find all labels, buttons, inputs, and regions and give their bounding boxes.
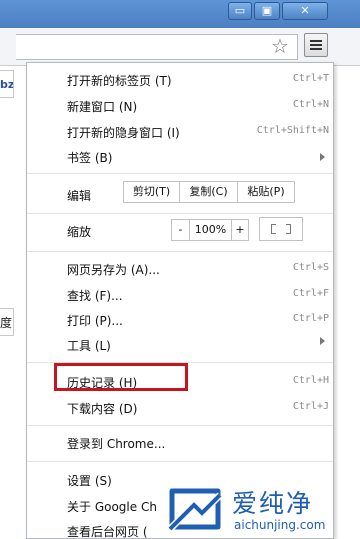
close-button[interactable]: ✕ xyxy=(282,2,328,20)
menu-separator xyxy=(27,461,333,462)
menu-item-find[interactable]: 查找 (F)... xyxy=(67,287,123,304)
menu-item-about[interactable]: 关于 Google Ch xyxy=(67,498,157,515)
chrome-menu-button[interactable] xyxy=(304,33,328,57)
shortcut-downloads: Ctrl+J xyxy=(292,401,329,412)
menu-item-save-as[interactable]: 网页另存为 (A)... xyxy=(67,261,160,278)
menu-item-background-pages[interactable]: 查看后台网页 ( xyxy=(67,523,148,539)
zoom-level: 100% xyxy=(189,219,231,241)
shortcut-new-window: Ctrl+N xyxy=(292,99,329,110)
zoom-in-button[interactable]: + xyxy=(231,219,249,241)
menu-item-sign-in[interactable]: 登录到 Chrome... xyxy=(67,435,165,452)
zoom-out-button[interactable]: - xyxy=(171,219,189,241)
watermark-logo-icon xyxy=(167,488,223,532)
menu-separator xyxy=(27,173,333,174)
menu-separator xyxy=(27,251,333,252)
minimize-button[interactable]: ▭ xyxy=(228,2,252,20)
watermark-brand-cn: 爱纯净 xyxy=(232,489,314,518)
bookmark-star-icon[interactable]: ☆ xyxy=(268,34,292,58)
shortcut-save-as: Ctrl+S xyxy=(292,262,329,273)
paste-button[interactable]: 粘贴(P) xyxy=(237,181,295,203)
menu-item-downloads[interactable]: 下载内容 (D) xyxy=(67,400,137,417)
shortcut-find: Ctrl+F xyxy=(292,288,329,299)
history-highlight-box xyxy=(54,363,188,391)
menu-item-tools[interactable]: 工具 (L) xyxy=(67,337,111,354)
maximize-button[interactable]: ▣ xyxy=(254,2,280,20)
cut-button[interactable]: 剪切(T) xyxy=(123,181,179,203)
menu-item-new-window[interactable]: 新建窗口 (N) xyxy=(67,98,137,115)
menu-item-new-tab[interactable]: 打开新的标签页 (T) xyxy=(67,72,172,89)
title-bar: ▭ ▣ ✕ xyxy=(0,0,360,28)
menu-separator xyxy=(27,425,333,426)
shortcut-print: Ctrl+P xyxy=(292,313,329,324)
page-fragment-top: bz xyxy=(0,70,14,98)
zoom-label: 缩放 xyxy=(67,225,92,239)
fullscreen-button[interactable] xyxy=(259,217,303,241)
page-fragment-mid: 度 xyxy=(0,308,14,336)
hamburger-icon xyxy=(310,40,322,42)
menu-item-print[interactable]: 打印 (P)... xyxy=(67,312,123,329)
menu-item-settings[interactable]: 设置 (S) xyxy=(67,472,112,489)
copy-button[interactable]: 复制(C) xyxy=(179,181,237,203)
shortcut-history: Ctrl+H xyxy=(292,375,329,386)
edit-label: 编辑 xyxy=(67,189,92,203)
shortcut-new-tab: Ctrl+T xyxy=(292,73,329,84)
address-bar[interactable] xyxy=(16,34,298,60)
menu-item-incognito[interactable]: 打开新的隐身窗口 (I) xyxy=(67,124,180,141)
shortcut-incognito: Ctrl+Shift+N xyxy=(256,125,329,136)
chrome-menu: 打开新的标签页 (T) Ctrl+T 新建窗口 (N) Ctrl+N 打开新的隐… xyxy=(26,62,334,539)
watermark-brand-url: aichunjing.com xyxy=(234,518,326,532)
submenu-arrow-icon xyxy=(320,153,325,161)
menu-item-bookmarks[interactable]: 书签 (B) xyxy=(67,149,112,166)
menu-separator xyxy=(27,213,333,214)
submenu-arrow-icon xyxy=(320,337,325,345)
